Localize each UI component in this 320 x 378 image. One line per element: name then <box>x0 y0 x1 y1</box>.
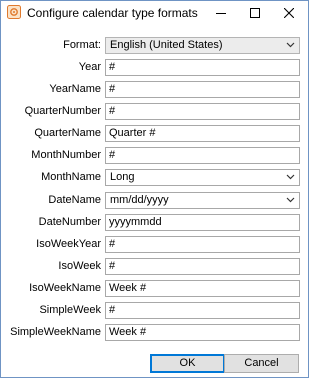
month-name-select[interactable]: Long <box>105 169 300 186</box>
app-icon <box>7 5 21 19</box>
iso-week-year-label: IsoWeekYear <box>36 238 101 250</box>
date-number-label: DateNumber <box>38 216 101 228</box>
maximize-icon <box>250 8 260 18</box>
simple-week-field[interactable]: # <box>105 302 300 319</box>
quarter-number-field[interactable]: # <box>105 103 300 120</box>
date-name-select[interactable]: mm/dd/yyyy <box>105 192 300 209</box>
close-icon <box>284 8 294 18</box>
maximize-button[interactable] <box>238 1 272 25</box>
format-value: English (United States) <box>110 39 223 51</box>
month-number-label: MonthNumber <box>31 149 101 161</box>
iso-week-label: IsoWeek <box>58 260 101 272</box>
quarter-name-field[interactable]: Quarter # <box>105 125 300 142</box>
close-button[interactable] <box>272 1 306 25</box>
date-number-field[interactable]: yyyymmdd <box>105 214 300 231</box>
format-label: Format: <box>63 39 101 51</box>
month-name-label: MonthName <box>41 171 101 183</box>
year-label: Year <box>78 61 101 73</box>
month-number-field[interactable]: # <box>105 147 300 164</box>
simple-week-label: SimpleWeek <box>39 304 101 316</box>
quarter-number-label: QuarterNumber <box>24 105 101 117</box>
chevron-down-icon <box>286 42 295 48</box>
chevron-down-icon <box>286 174 295 180</box>
date-name-value: mm/dd/yyyy <box>110 194 169 206</box>
quarter-name-label: QuarterName <box>34 127 101 139</box>
chevron-down-icon <box>286 197 295 203</box>
iso-week-name-field[interactable]: Week # <box>105 280 300 297</box>
dialog-window: Configure calendar type formats Format: … <box>0 0 309 378</box>
minimize-button[interactable] <box>204 1 238 25</box>
year-name-field[interactable]: # <box>105 81 300 98</box>
simple-week-name-field[interactable]: Week # <box>105 324 300 341</box>
year-field[interactable]: # <box>105 59 300 76</box>
title-bar[interactable]: Configure calendar type formats <box>1 1 308 25</box>
iso-week-field[interactable]: # <box>105 258 300 275</box>
cancel-button[interactable]: Cancel <box>224 354 299 373</box>
ok-button[interactable]: OK <box>150 354 225 373</box>
format-select[interactable]: English (United States) <box>105 37 300 54</box>
year-name-label: YearName <box>49 83 101 95</box>
window-title: Configure calendar type formats <box>27 6 198 20</box>
minimize-icon <box>216 13 226 14</box>
date-name-label: DateName <box>48 194 101 206</box>
iso-week-name-label: IsoWeekName <box>29 282 101 294</box>
month-name-value: Long <box>110 171 135 183</box>
iso-week-year-field[interactable]: # <box>105 236 300 253</box>
simple-week-name-label: SimpleWeekName <box>10 326 101 338</box>
